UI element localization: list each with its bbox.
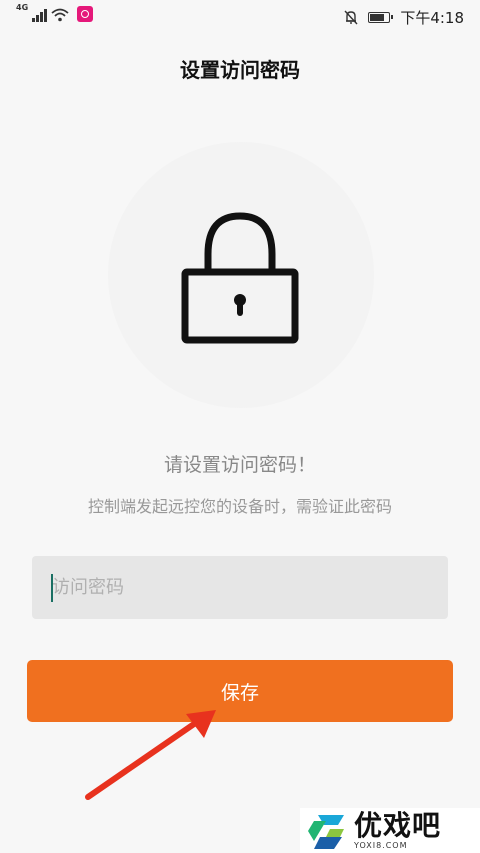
watermark-name: 优戏吧 (354, 809, 442, 842)
arrow-annotation-icon (85, 710, 216, 800)
watermark-mark-icon (308, 814, 344, 849)
network-type: 4G (16, 3, 29, 12)
prompt-subtitle: 控制端发起远控您的设备时，需验证此密码 (87, 497, 392, 516)
text-cursor (51, 574, 53, 602)
status-right: 下午4:18 (344, 7, 464, 28)
battery-icon (368, 12, 394, 23)
status-bar: 4G 下午4:18 (0, 0, 480, 32)
access-password-input[interactable] (32, 556, 448, 619)
signal-icon (32, 8, 47, 22)
watermark-logo: 优戏吧 YOXI8.COM (300, 808, 480, 853)
app-notification-icon (76, 6, 93, 22)
watermark-text: 优戏吧 YOXI8.COM (354, 809, 442, 851)
page-title: 设置访问密码 (180, 58, 300, 82)
status-time: 下午4:18 (400, 9, 464, 27)
wifi-icon (51, 8, 69, 22)
status-left: 4G (16, 3, 93, 22)
bell-muted-icon (344, 10, 358, 25)
watermark-domain: YOXI8.COM (354, 841, 408, 850)
lock-icon (181, 212, 299, 344)
prompt-title: 请设置访问密码！ (163, 454, 316, 476)
battery-level (370, 14, 385, 21)
